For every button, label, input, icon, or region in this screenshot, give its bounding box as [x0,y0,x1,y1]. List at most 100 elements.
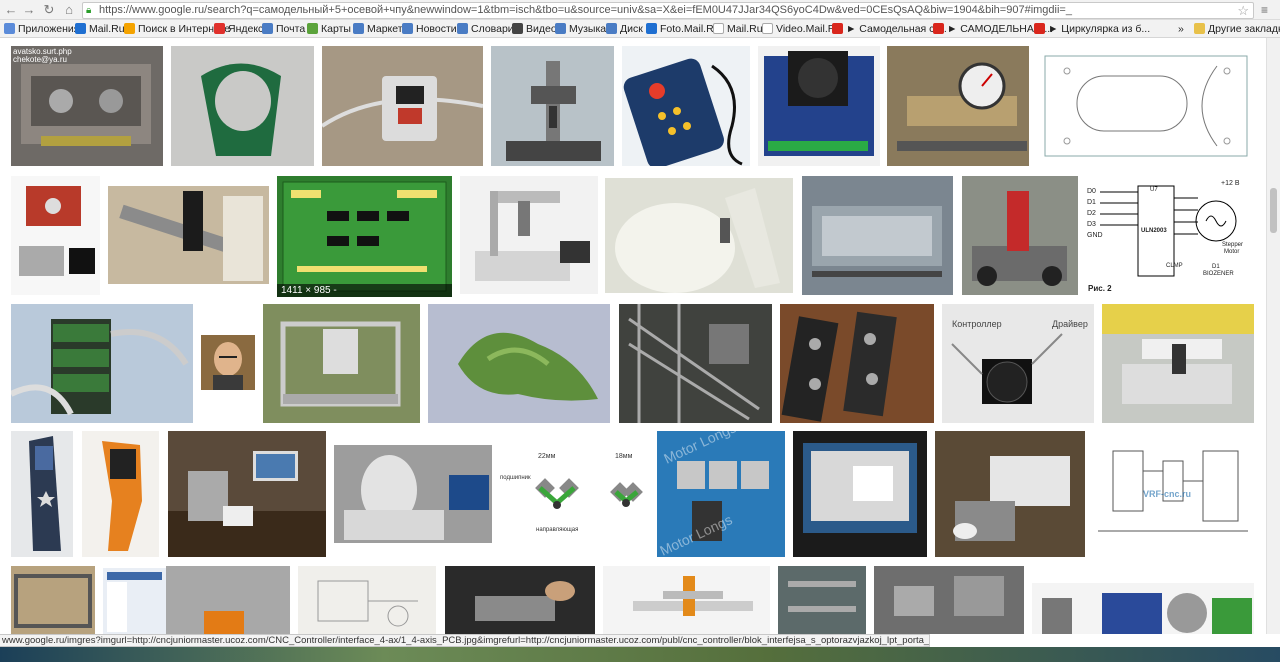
result-driver-board[interactable] [758,46,880,166]
bookmark-mail[interactable]: Почта [262,22,305,36]
result-image [1037,46,1255,166]
result-red-tool[interactable] [962,176,1078,295]
result-rods-frame[interactable] [619,304,772,423]
bookmark-other[interactable]: Другие закладки [1194,22,1280,36]
result-plate-parts[interactable] [780,304,934,423]
result-power-supply[interactable]: avatsko.surt.php chekote@ya.ru [11,46,163,166]
image-results: avatsko.surt.php chekote@ya.ru 1411 × 98… [0,38,1266,634]
result-monitor-software[interactable] [793,431,927,557]
bookmark-mailru[interactable]: Mail.Ru [75,22,125,36]
result-lathe[interactable] [445,566,595,634]
result-assembly-diagram[interactable] [11,176,100,295]
schematic-label: Motor [1224,249,1240,255]
toolbar: ← → ↻ ⌂ 🔒︎ https://www.google.ru/search?… [0,0,1280,20]
result-cutting[interactable] [605,178,793,293]
result-parts-layout[interactable] [874,566,1024,634]
scrollbar-thumb[interactable] [1270,188,1277,233]
result-image [11,46,163,166]
result-stepper-motors[interactable]: Motor Longs Motor Longs [657,431,785,557]
schematic-label: BIOZENER [1203,271,1234,277]
result-image [445,566,595,634]
result-controller-motor[interactable]: Контроллер Драйвер [942,304,1094,423]
forward-icon[interactable]: → [21,2,37,18]
result-wood-frame-cnc[interactable] [263,304,420,423]
result-linear-rails[interactable] [778,566,866,634]
result-image [491,46,614,166]
bookmark-apps[interactable]: Приложения [4,22,79,36]
bookmark-maps[interactable]: Карты [307,22,351,36]
result-switch-box[interactable] [322,46,483,166]
result-render-gantry[interactable] [603,566,770,634]
bookmark-yandex[interactable]: Яндекс [214,22,263,36]
bookmark-youtube-3[interactable]: ► Циркулярка из б... [1034,22,1150,36]
result-mini-cnc[interactable] [491,46,614,166]
result-bearing-diagram[interactable]: 22мм 18мм подшипник направляющая [500,443,650,545]
result-dial-gauge[interactable] [887,46,1029,166]
result-image [11,304,193,423]
result-image [103,568,166,634]
result-image [778,566,866,634]
vertical-scrollbar[interactable] [1266,38,1280,634]
result-image [277,176,452,297]
result-image [793,431,927,557]
bookmark-market[interactable]: Маркет [353,22,403,36]
bookmark-disk[interactable]: Диск [606,22,643,36]
bookmark-youtube-1[interactable]: ► Самодельная ст... [832,22,947,36]
result-drawing[interactable] [1037,46,1255,166]
back-icon[interactable]: ← [3,2,19,18]
result-gantry-router[interactable] [460,176,598,294]
result-green-carving[interactable] [428,304,610,423]
diagram-label: подшипник [500,475,531,481]
result-pendant[interactable] [622,46,750,166]
result-image [874,566,1024,634]
result-kiosk-blue[interactable] [11,431,73,557]
result-image [605,178,793,293]
result-ballscrew[interactable] [1032,583,1254,634]
bookmark-video-mailru[interactable]: Video.Mail.Ru [762,22,841,36]
result-image [935,431,1085,557]
bookmarks-bar: Приложения Mail.Ru Поиск в Интернете Янд… [0,20,1280,38]
result-image [758,46,880,166]
result-workbench[interactable] [935,431,1085,557]
result-orange-block[interactable] [166,566,290,634]
result-screenshot-app[interactable] [103,568,166,634]
result-image [802,176,953,295]
result-image [11,431,73,557]
result-pcb[interactable]: 1411 × 985 - cncjuniormaster.ucoz.com [277,176,452,297]
home-icon[interactable]: ⌂ [61,2,77,18]
result-industrial-router[interactable] [1102,304,1254,423]
bookmark-video[interactable]: Видео [512,22,557,36]
schematic-label: Рис. 2 [1088,284,1112,293]
result-portrait[interactable] [201,335,255,390]
result-metal-frame[interactable] [11,566,95,634]
menu-icon[interactable]: ≡ [1261,3,1268,17]
bookmark-dictionaries[interactable]: Словари [457,22,514,36]
result-green-part[interactable] [171,46,314,166]
result-sketch[interactable] [298,566,436,634]
result-kiosk-orange[interactable] [82,431,159,557]
result-image [263,304,420,423]
result-image [334,445,492,543]
more-bookmarks-icon[interactable]: » [1178,22,1184,36]
browser-window: ← → ↻ ⌂ 🔒︎ https://www.google.ru/search?… [0,0,1280,662]
result-circuit-schematic[interactable]: VRF-cnc.ru [1093,431,1254,557]
bookmark-mailru-2[interactable]: Mail.Ru [713,22,763,36]
schematic-label: ULN2003 [1141,228,1167,234]
result-desk-setup[interactable] [168,431,326,557]
address-bar[interactable]: 🔒︎ https://www.google.ru/search?q=самоде… [82,2,1254,19]
schematic-label: D3 [1087,221,1096,228]
result-face-carving[interactable] [334,445,492,543]
result-tray-frame[interactable] [802,176,953,295]
result-image [171,46,314,166]
result-uln2003-schematic[interactable]: D0 D1 D2 D3 GND U7 ULN2003 CLMP +12 В St… [1086,176,1254,297]
bookmark-news[interactable]: Новости [402,22,457,36]
schematic-label: Stepper [1222,242,1244,248]
reload-icon[interactable]: ↻ [41,2,57,18]
result-image [962,176,1078,295]
result-electronics-stack[interactable] [11,304,193,423]
bookmark-music[interactable]: Музыка [555,22,606,36]
bookmark-star-icon[interactable]: ☆ [1237,3,1249,19]
result-image [168,431,326,557]
bookmark-foto[interactable]: Foto.Mail.Ru [646,22,720,36]
result-bag-machine[interactable] [108,186,269,284]
